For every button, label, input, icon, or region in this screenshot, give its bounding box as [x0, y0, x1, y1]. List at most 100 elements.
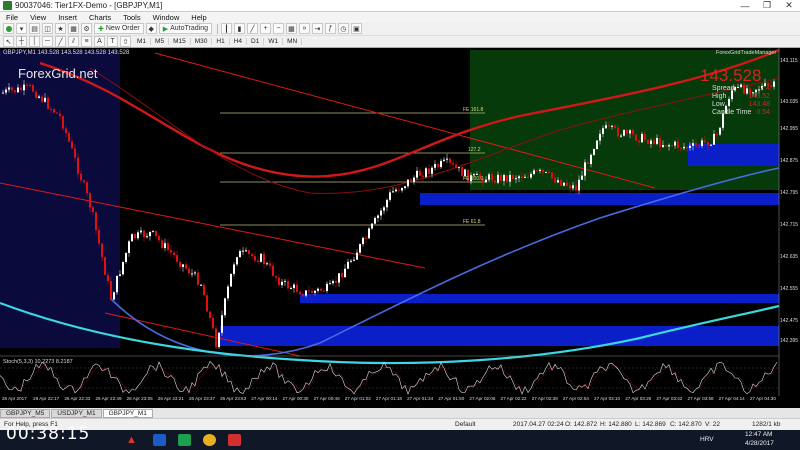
timeframe-w1[interactable]: W1 — [264, 38, 284, 45]
time-tick: 27 Apr 03:26 — [625, 396, 652, 401]
candle-body — [590, 154, 592, 165]
timeframe-m15[interactable]: M15 — [169, 38, 191, 45]
metaeditor-icon[interactable]: ◆ — [145, 23, 157, 34]
tray-language[interactable]: HRV — [700, 436, 714, 443]
tab-gbpjpy-m1[interactable]: GBPJPY_M1 — [102, 409, 153, 418]
candle-body — [110, 281, 112, 300]
menu-insert[interactable]: Insert — [52, 13, 83, 22]
zoom-out-icon[interactable]: − — [272, 23, 284, 34]
candle-body — [143, 230, 145, 238]
candle-body — [275, 275, 277, 278]
indicators-icon[interactable]: ƒ — [324, 23, 336, 34]
maximize-button[interactable]: ❐ — [756, 0, 778, 12]
candle-body — [296, 284, 298, 292]
timeframe-h1[interactable]: H1 — [212, 38, 230, 45]
price-chart-svg[interactable] — [0, 48, 800, 408]
fibonacci-icon[interactable]: ≡ — [81, 36, 92, 47]
terminal-icon[interactable]: ▦ — [68, 23, 79, 34]
zoom-in-icon[interactable]: + — [259, 23, 271, 34]
price-tick: 142.795 — [780, 190, 799, 196]
candlestick-icon[interactable]: ▮ — [233, 23, 245, 34]
new-chart-icon[interactable] — [3, 23, 14, 34]
label-tool-icon[interactable]: T — [107, 36, 118, 47]
candle-body — [29, 84, 31, 86]
candle-body — [440, 160, 442, 168]
vertical-line-icon[interactable]: │ — [29, 36, 40, 47]
tab-usdjpy-m1[interactable]: USDJPY_M1 — [51, 409, 102, 418]
time-tick: 26 Apr 22:33 — [64, 396, 91, 401]
timeframe-h4[interactable]: H4 — [230, 38, 247, 45]
candle-body — [98, 229, 100, 244]
tab-gbpjpy-m5[interactable]: GBPJPY_M5 — [0, 409, 51, 418]
time-tick: 27 Apr 01:02 — [344, 396, 371, 401]
candle-body — [452, 162, 454, 165]
candle-body — [83, 180, 85, 183]
navigator-icon[interactable]: ★ — [55, 23, 66, 34]
periods-icon[interactable]: ◷ — [337, 23, 349, 34]
candle-body — [713, 133, 715, 145]
candle-body — [557, 180, 559, 183]
text-tool-icon[interactable]: A — [94, 36, 105, 47]
candle-body — [239, 251, 241, 258]
minimize-button[interactable]: — — [734, 0, 756, 12]
autotrading-button[interactable]: ▶ AutoTrading — [158, 23, 212, 34]
app-green-icon[interactable] — [178, 434, 191, 446]
profiles-icon[interactable]: ▾ — [16, 23, 27, 34]
candle-body — [665, 145, 667, 147]
menu-view[interactable]: View — [24, 13, 52, 22]
candle-body — [446, 158, 448, 160]
menu-charts[interactable]: Charts — [83, 13, 117, 22]
menu-help[interactable]: Help — [185, 13, 212, 22]
timeframe-d1[interactable]: D1 — [247, 38, 265, 45]
channel-icon[interactable]: ⫽ — [68, 36, 79, 47]
new-order-button[interactable]: ✚ New Order — [94, 23, 144, 34]
auto-scroll-icon[interactable]: » — [298, 23, 310, 34]
cursor-icon[interactable]: ↖ — [3, 36, 14, 47]
horizontal-line-icon[interactable]: ─ — [42, 36, 53, 47]
tile-windows-icon[interactable]: ▦ — [285, 23, 297, 34]
candle-body — [56, 112, 58, 114]
candle-body — [116, 275, 118, 293]
price-tick: 142.555 — [780, 286, 799, 292]
market-watch-icon[interactable]: ▤ — [29, 23, 40, 34]
candle-body — [653, 140, 655, 144]
tray-time[interactable]: 12:47 AM — [745, 431, 772, 438]
line-chart-icon[interactable]: ╱ — [246, 23, 258, 34]
menu-tools[interactable]: Tools — [117, 13, 147, 22]
tester-icon[interactable]: ⚙ — [81, 23, 92, 34]
close-button[interactable]: ✕ — [778, 0, 800, 12]
candle-body — [458, 167, 460, 169]
candle-body — [2, 92, 4, 94]
data-window-icon[interactable]: ◫ — [42, 23, 53, 34]
time-tick: 27 Apr 00:46 — [313, 396, 340, 401]
price-axis[interactable]: 143.115 143.035 142.955 142.875 142.795 … — [779, 48, 800, 408]
chart-shift-icon[interactable]: ⇥ — [311, 23, 323, 34]
candle-body — [395, 189, 397, 192]
candle-body — [509, 175, 511, 182]
timeframe-m5[interactable]: M5 — [151, 38, 170, 45]
app-warning-icon[interactable]: ▲ — [125, 434, 138, 446]
candle-body — [92, 207, 94, 213]
templates-icon[interactable]: ▣ — [350, 23, 362, 34]
timeframe-mn[interactable]: MN — [283, 38, 303, 45]
candle-body — [701, 140, 703, 147]
candle-body — [311, 290, 313, 293]
app-red-icon[interactable] — [228, 434, 241, 446]
time-axis[interactable]: 26 Apr 2017 26 Apr 22:17 26 Apr 22:33 26 Ap… — [0, 396, 779, 406]
media-player-icon[interactable] — [153, 434, 166, 446]
chrome-icon[interactable] — [203, 434, 216, 446]
chart-window[interactable] — [0, 48, 800, 408]
tray-date[interactable]: 4/28/2017 — [745, 440, 774, 447]
timeframe-m30[interactable]: M30 — [191, 38, 213, 45]
menu-file[interactable]: File — [0, 13, 24, 22]
arrow-tool-icon[interactable]: ⇧ — [120, 36, 131, 47]
bar-chart-icon[interactable]: ┃ — [220, 23, 232, 34]
trendline-icon[interactable]: ╱ — [55, 36, 66, 47]
chart-symbol-header: GBPJPY,M1 143.528 143.528 143.528 143.52… — [3, 50, 130, 56]
crosshair-icon[interactable]: ┼ — [16, 36, 27, 47]
candle-body — [308, 290, 310, 292]
timeframe-m1[interactable]: M1 — [133, 38, 152, 45]
candle-body — [611, 125, 613, 127]
menu-window[interactable]: Window — [147, 13, 186, 22]
candle-body — [506, 175, 508, 182]
